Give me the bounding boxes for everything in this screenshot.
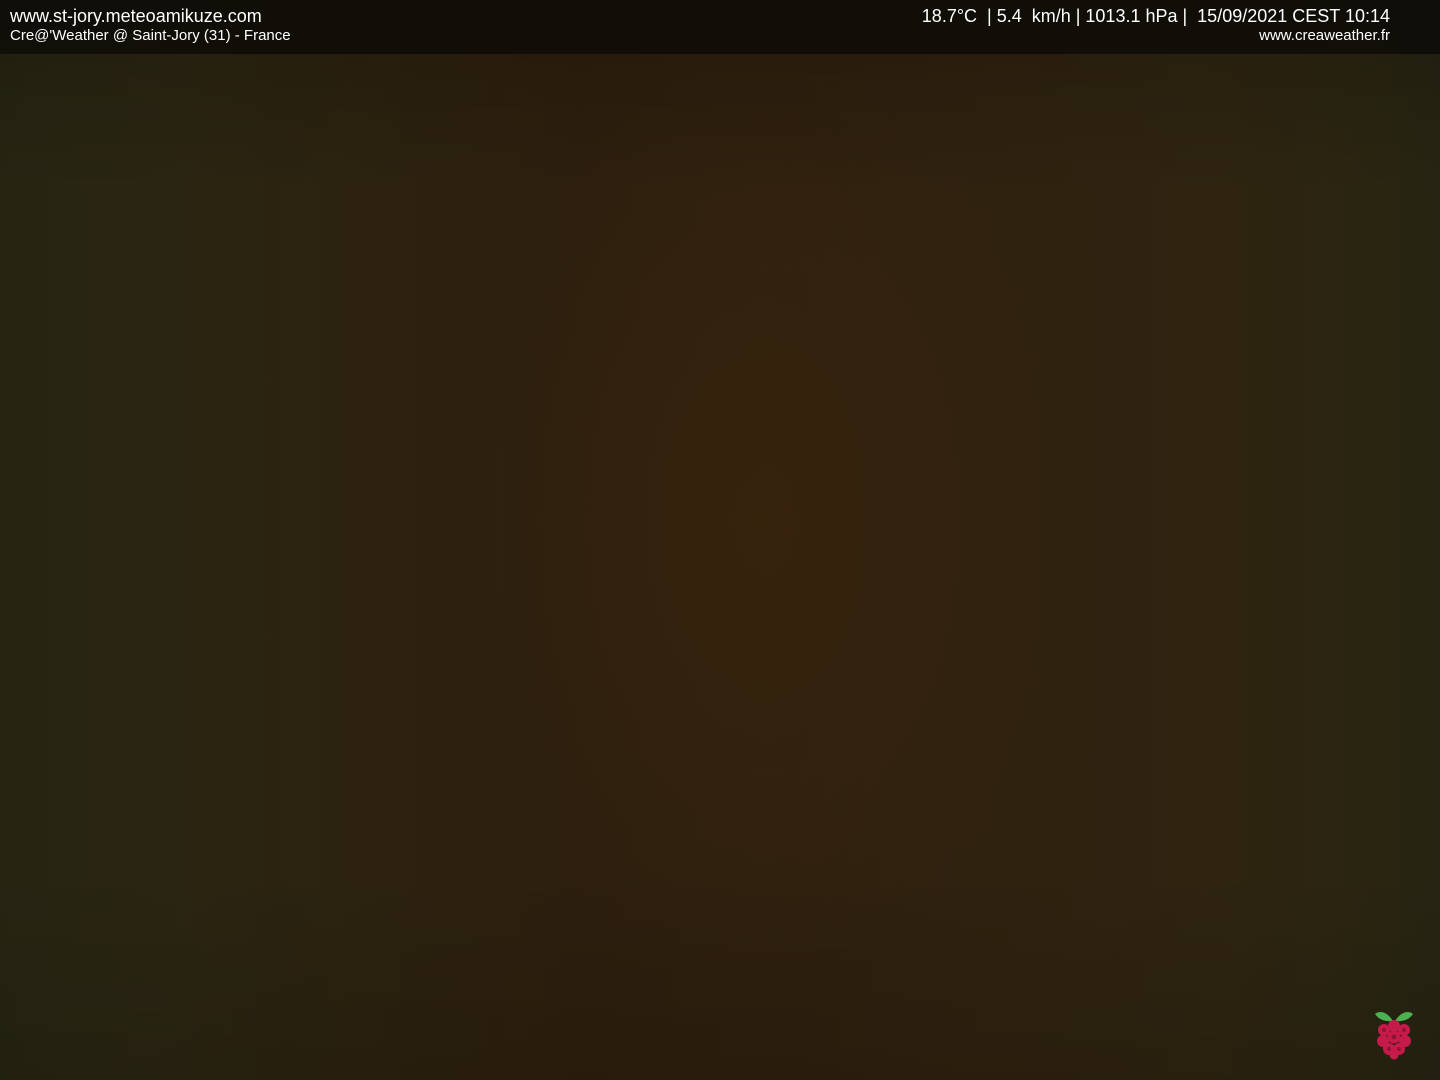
brand-url-text: www.creaweather.fr xyxy=(1259,27,1390,44)
raspberry-pi-logo-icon xyxy=(1375,1011,1413,1060)
webcam-image: www.st-jory.meteoamikuze.com Cre@'Weathe… xyxy=(0,0,1440,1080)
weather-info: 18.7°C | 5.4 km/h | 1013.1 hPa | 15/09/2… xyxy=(922,7,1390,43)
weather-readouts-text: 18.7°C | 5.4 km/h | 1013.1 hPa | 15/09/2… xyxy=(921,6,1390,26)
info-overlay-bar: www.st-jory.meteoamikuze.com Cre@'Weathe… xyxy=(0,0,1440,54)
station-info: www.st-jory.meteoamikuze.com Cre@'Weathe… xyxy=(10,7,291,43)
station-name-text: Cre@'Weather @ Saint-Jory (31) - France xyxy=(10,27,291,44)
site-url-text: www.st-jory.meteoamikuze.com xyxy=(10,6,262,26)
